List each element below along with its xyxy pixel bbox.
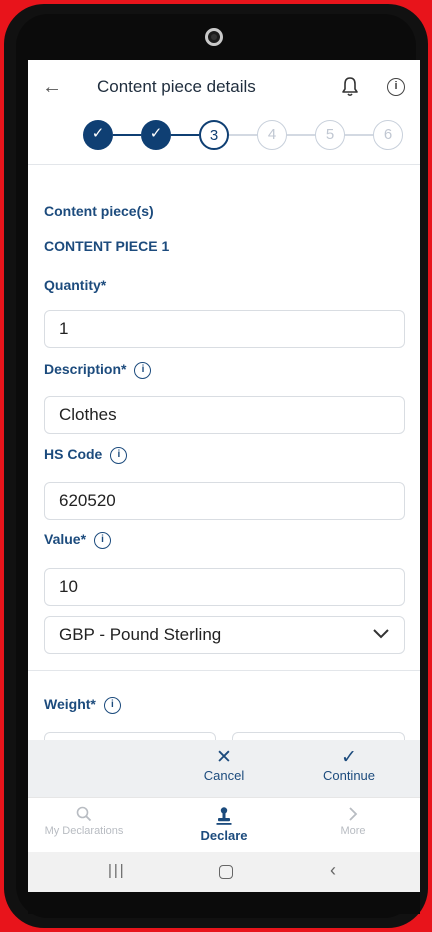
- recents-icon[interactable]: |||: [108, 862, 126, 879]
- hs-code-label-row: HS Code i: [44, 446, 128, 464]
- currency-select[interactable]: GBP - Pound Sterling: [44, 616, 405, 654]
- nav-more-label: More: [340, 825, 366, 837]
- description-label: Description*: [44, 361, 127, 377]
- nav-declare[interactable]: Declare: [186, 806, 262, 843]
- back-icon[interactable]: ‹: [330, 860, 336, 881]
- app-bar: ← Content piece details i: [28, 60, 420, 116]
- nav-my-declarations[interactable]: My Declarations: [36, 806, 132, 837]
- weight-label-row: Weight* i: [44, 696, 121, 714]
- quantity-label: Quantity*: [44, 277, 107, 293]
- step-2-complete: ✓: [141, 120, 171, 150]
- step-connector: [171, 134, 199, 136]
- home-icon[interactable]: [219, 865, 233, 879]
- bottom-navigation: My Declarations Declare More: [28, 797, 420, 853]
- step-4: 4: [257, 120, 287, 150]
- hs-code-input[interactable]: 620520: [44, 482, 405, 520]
- chevron-right-icon: [349, 807, 358, 821]
- step-1-complete: ✓: [83, 120, 113, 150]
- header-divider: [28, 164, 420, 165]
- phone-chin: [28, 892, 420, 914]
- step-5: 5: [315, 120, 345, 150]
- nav-my-declarations-label: My Declarations: [44, 825, 124, 837]
- info-icon[interactable]: i: [387, 78, 405, 96]
- step-connector: [113, 134, 141, 136]
- content-piece-title: CONTENT PIECE 1: [44, 238, 170, 254]
- stamp-icon: [216, 807, 232, 825]
- step-3-current: 3: [199, 120, 229, 150]
- currency-select-value: GBP - Pound Sterling: [59, 625, 222, 644]
- info-icon[interactable]: i: [94, 531, 112, 549]
- chevron-down-icon: [373, 629, 389, 639]
- info-icon[interactable]: i: [110, 446, 128, 464]
- step-6: 6: [373, 120, 403, 150]
- value-label-row: Value* i: [44, 531, 112, 549]
- value-label: Value*: [44, 531, 87, 547]
- progress-stepper: ✓ ✓ 3 4 5 6: [83, 120, 403, 154]
- app-screen: ← Content piece details i ✓ ✓ 3 4 5 6 Co…: [28, 60, 420, 914]
- step-connector: [229, 134, 257, 136]
- front-camera: [205, 28, 223, 46]
- nav-declare-label: Declare: [200, 828, 248, 843]
- check-icon: ✓: [341, 747, 357, 768]
- page-title: Content piece details: [97, 77, 256, 96]
- info-icon[interactable]: i: [103, 696, 121, 714]
- x-icon: ✕: [216, 747, 232, 768]
- continue-label: Continue: [322, 768, 376, 783]
- section-divider: [28, 670, 420, 671]
- description-label-row: Description* i: [44, 361, 152, 379]
- nav-more[interactable]: More: [318, 806, 388, 837]
- quantity-input[interactable]: 1: [44, 310, 405, 348]
- continue-button[interactable]: ✓ Continue: [314, 747, 384, 784]
- cancel-label: Cancel: [203, 768, 245, 783]
- info-icon[interactable]: i: [134, 361, 152, 379]
- hs-code-label: HS Code: [44, 446, 103, 462]
- bell-icon[interactable]: [340, 76, 360, 98]
- system-navigation-bar: ||| ‹: [28, 852, 420, 892]
- value-input[interactable]: 10: [44, 568, 405, 606]
- description-input[interactable]: Clothes: [44, 396, 405, 434]
- action-bar: ✕ Cancel ✓ Continue: [28, 740, 420, 797]
- arrow-left-icon[interactable]: ←: [42, 76, 62, 99]
- step-connector: [345, 134, 373, 136]
- cancel-button[interactable]: ✕ Cancel: [196, 747, 252, 784]
- search-icon: [76, 806, 92, 822]
- step-connector: [287, 134, 315, 136]
- section-title: Content piece(s): [44, 203, 154, 219]
- weight-label: Weight*: [44, 696, 96, 712]
